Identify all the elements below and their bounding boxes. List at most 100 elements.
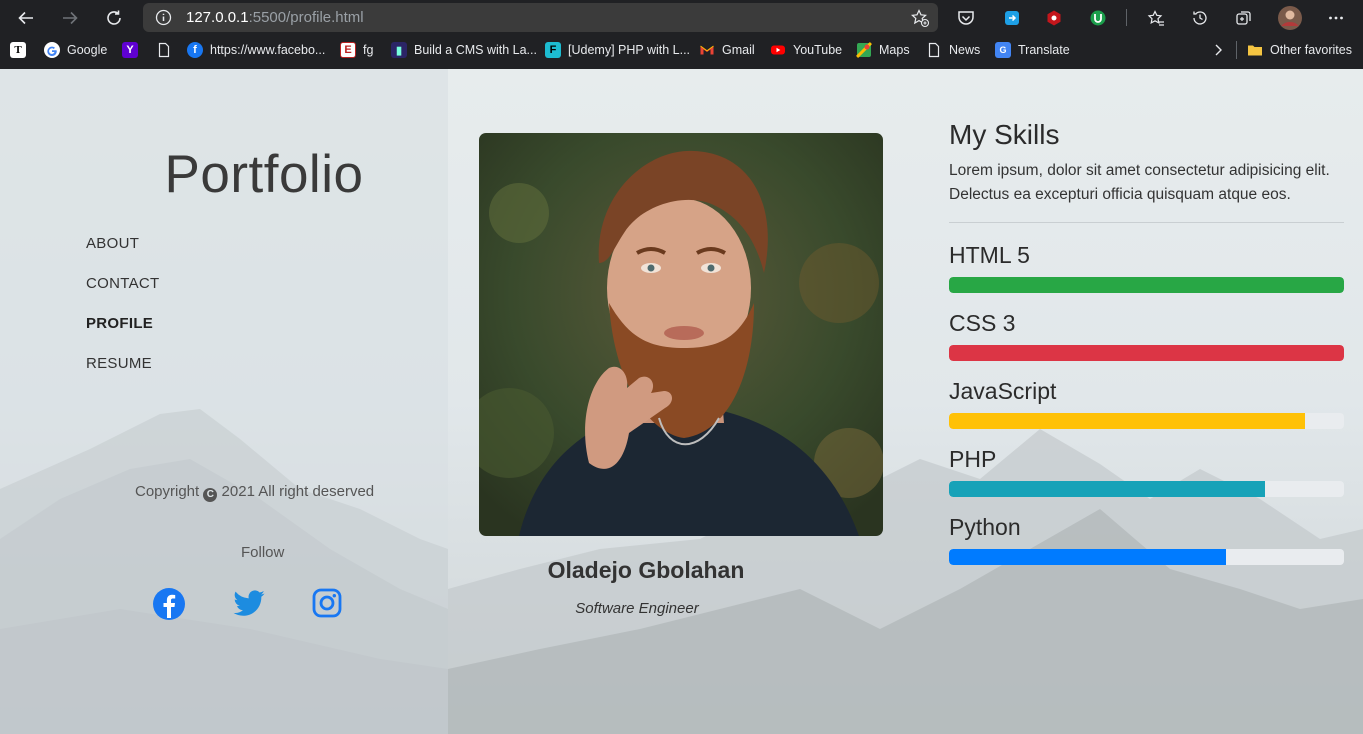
bookmark-item[interactable]: f https://www.facebo... — [187, 40, 325, 60]
facebook-icon: f — [187, 42, 203, 58]
info-icon[interactable] — [155, 9, 172, 26]
gmail-icon — [700, 45, 714, 55]
fg-icon: E — [340, 42, 356, 58]
more-horizontal-icon — [1329, 16, 1343, 20]
forward-button[interactable] — [57, 5, 83, 31]
skill-html: HTML 5 — [949, 239, 1344, 293]
url-text[interactable]: 127.0.0.1:5500/profile.html — [186, 9, 364, 26]
skills-description: Lorem ipsum, dolor sit amet consectetur … — [949, 162, 1330, 203]
skill-progress-bar — [949, 413, 1305, 429]
arrow-right-icon — [63, 11, 78, 25]
favorites-button[interactable] — [1143, 5, 1169, 31]
pocket-icon — [958, 11, 974, 25]
extension-button-3[interactable] — [1085, 5, 1111, 31]
copyright-text: Copyright C 2021 All right deserved — [135, 483, 375, 502]
history-button[interactable] — [1187, 5, 1213, 31]
skill-name: Python — [949, 514, 1021, 540]
back-button[interactable] — [13, 5, 39, 31]
bookmark-item[interactable]: F [Udemy] PHP with L... — [545, 40, 690, 60]
folder-icon — [1248, 45, 1262, 56]
page-icon — [158, 42, 170, 58]
bookmark-item[interactable]: Maps — [856, 40, 910, 60]
page-icon — [928, 42, 940, 58]
bookmark-item[interactable] — [156, 40, 179, 60]
skill-progress-bar — [949, 345, 1344, 361]
facebook-link[interactable] — [152, 587, 186, 621]
yahoo-icon: Y — [122, 42, 138, 58]
skill-python: Python — [949, 511, 1344, 565]
skill-progress-bar — [949, 481, 1265, 497]
profile-name: Oladejo Gbolahan — [547, 557, 745, 583]
bookmark-item[interactable]: Y — [122, 40, 145, 60]
t-icon: T — [10, 42, 26, 58]
skill-progress-bar — [949, 277, 1344, 293]
settings-menu-button[interactable] — [1323, 5, 1349, 31]
profile-photo — [479, 133, 883, 536]
bookmark-item[interactable]: Google — [44, 40, 107, 60]
add-favorite-icon[interactable] — [910, 8, 930, 28]
follow-label: Follow — [241, 544, 285, 561]
skill-progress-bar — [949, 549, 1226, 565]
bookmark-item[interactable]: ▮ Build a CMS with La... — [391, 40, 537, 60]
extension-green-icon — [1090, 10, 1106, 26]
nav-item-resume[interactable]: RESUME — [86, 355, 159, 395]
browser-toolbar: 127.0.0.1:5500/profile.html — [0, 0, 1363, 35]
skill-php: PHP — [949, 443, 1344, 497]
skill-progress-track — [949, 277, 1344, 293]
arrow-left-icon — [18, 11, 33, 25]
extension-red-icon — [1047, 10, 1061, 26]
extension-blue-icon — [1005, 11, 1019, 25]
pocket-button[interactable] — [953, 5, 979, 31]
bookmark-item[interactable]: News — [926, 40, 980, 60]
page-content: Portfolio ABOUT CONTACT PROFILE RESUME C… — [0, 69, 1363, 734]
main-nav: ABOUT CONTACT PROFILE RESUME — [86, 235, 159, 395]
skill-progress-track — [949, 481, 1344, 497]
twitter-link[interactable] — [232, 587, 266, 621]
extension-button-1[interactable] — [999, 5, 1025, 31]
google-icon — [44, 42, 60, 58]
cms-icon: ▮ — [391, 42, 407, 58]
youtube-icon — [771, 45, 785, 55]
skill-name: JavaScript — [949, 378, 1057, 404]
skill-javascript: JavaScript — [949, 375, 1344, 429]
skill-name: PHP — [949, 446, 997, 472]
bookmark-item[interactable]: T — [10, 40, 33, 60]
skill-progress-track — [949, 413, 1344, 429]
skills-heading: My Skills — [949, 119, 1060, 150]
collections-button[interactable] — [1231, 5, 1257, 31]
profile-photo-image — [479, 133, 883, 536]
maps-icon — [856, 42, 872, 58]
bookmark-item[interactable]: G Translate — [995, 40, 1070, 60]
skill-css: CSS 3 — [949, 307, 1344, 361]
brand-title: Portfolio — [164, 145, 364, 204]
twitter-icon — [233, 590, 265, 616]
profile-avatar-button[interactable] — [1277, 5, 1303, 31]
bookmark-item[interactable]: YouTube — [770, 40, 842, 60]
udemy-icon: F — [545, 42, 561, 58]
profile-job-title: Software Engineer — [575, 600, 699, 617]
bookmarks-bar: T Google Y f https://www.facebo... E fg … — [0, 36, 1363, 65]
instagram-icon — [312, 588, 342, 618]
nav-item-contact[interactable]: CONTACT — [86, 275, 159, 315]
reload-button[interactable] — [101, 5, 127, 31]
skill-progress-track — [949, 549, 1344, 565]
nav-item-about[interactable]: ABOUT — [86, 235, 159, 275]
bookmark-item[interactable]: E fg — [340, 40, 373, 60]
extension-button-2[interactable] — [1041, 5, 1067, 31]
browser-chrome: 127.0.0.1:5500/profile.html T Google Y f… — [0, 0, 1363, 69]
toolbar-divider — [1126, 9, 1127, 26]
nav-item-profile[interactable]: PROFILE — [86, 315, 159, 355]
skills-divider — [949, 222, 1344, 223]
skill-progress-track — [949, 345, 1344, 361]
facebook-icon — [153, 588, 185, 620]
history-icon — [1193, 11, 1207, 25]
reload-icon — [107, 10, 121, 25]
avatar — [1278, 6, 1302, 30]
instagram-link[interactable] — [311, 587, 345, 621]
address-bar[interactable]: 127.0.0.1:5500/profile.html — [143, 3, 938, 32]
bookmarks-divider — [1236, 41, 1237, 59]
other-favorites-folder[interactable]: Other favorites — [1247, 40, 1352, 60]
copyright-icon: C — [203, 488, 218, 502]
bookmark-item[interactable]: Gmail — [699, 40, 755, 60]
bookmarks-overflow-button[interactable] — [1212, 40, 1224, 60]
